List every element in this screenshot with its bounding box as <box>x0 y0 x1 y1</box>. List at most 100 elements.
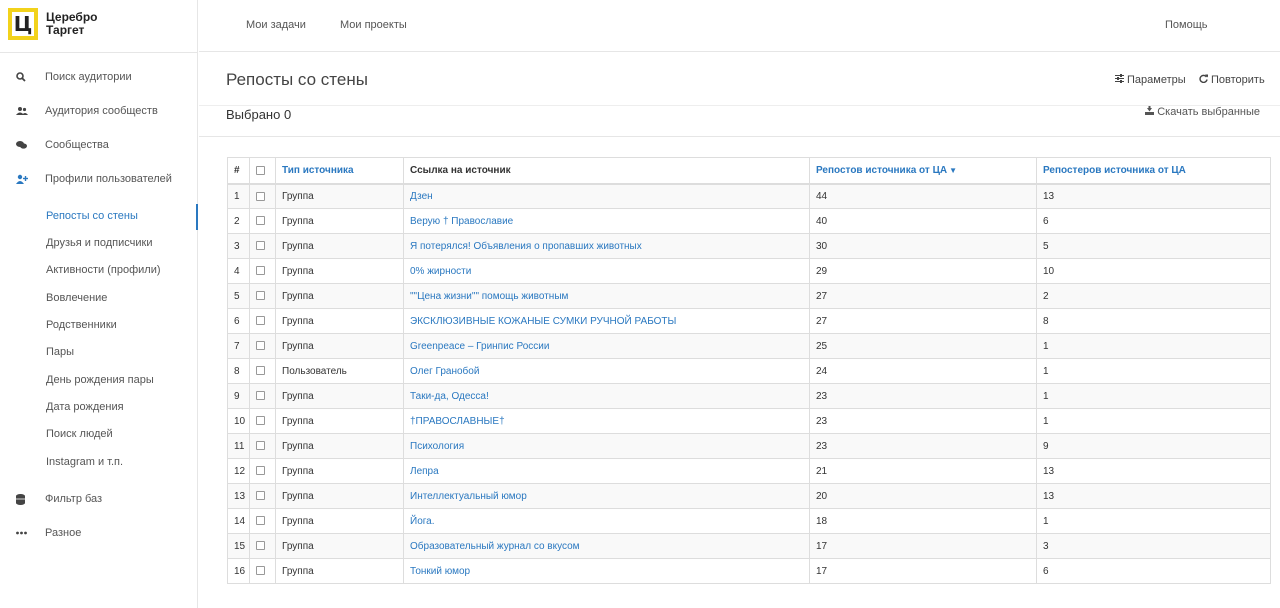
row-checkbox[interactable] <box>256 516 265 526</box>
row-checkbox[interactable] <box>256 441 265 451</box>
row-checkbox[interactable] <box>256 491 265 501</box>
source-link[interactable]: Йога. <box>403 508 810 534</box>
sidebar-subitem-birth-date[interactable]: Дата рождения <box>46 397 124 417</box>
table-row: 8 Пользователь Олег Гранобой 24 1 <box>227 358 1271 384</box>
row-checkbox[interactable] <box>256 416 265 426</box>
row-select[interactable] <box>249 183 276 209</box>
row-select[interactable] <box>249 358 276 384</box>
logo[interactable]: Ц Церебро Таргет <box>8 8 98 40</box>
sort-desc-icon: ▼ <box>949 165 958 175</box>
sidebar-subitem-activities[interactable]: Активности (профили) <box>46 260 161 280</box>
row-number: 2 <box>227 208 250 234</box>
row-select[interactable] <box>249 258 276 284</box>
row-checkbox[interactable] <box>256 316 265 326</box>
source-link[interactable]: Образовательный журнал со вкусом <box>403 533 810 559</box>
sidebar-item-misc[interactable]: Разное <box>0 516 198 550</box>
row-select[interactable] <box>249 433 276 459</box>
source-link[interactable]: Интеллектуальный юмор <box>403 483 810 509</box>
sidebar-item-community-audience[interactable]: Аудитория сообществ <box>0 94 198 128</box>
row-select[interactable] <box>249 533 276 559</box>
sidebar-subitem-wall-reposts[interactable]: Репосты со стены <box>46 206 138 226</box>
sidebar-item-label: Разное <box>45 527 82 539</box>
download-selected-button[interactable]: Скачать выбранные <box>1145 106 1260 118</box>
source-link[interactable]: Верую † Православие <box>403 208 810 234</box>
sidebar-subitem-partner-birthday[interactable]: День рождения пары <box>46 370 154 390</box>
row-select[interactable] <box>249 308 276 334</box>
sidebar-item-audience-search[interactable]: Поиск аудитории <box>0 60 198 94</box>
reposts-count: 24 <box>809 358 1037 384</box>
row-select[interactable] <box>249 408 276 434</box>
selected-count: Выбрано 0 <box>226 107 292 122</box>
source-link[interactable]: Психология <box>403 433 810 459</box>
col-header-source-link: Ссылка на источник <box>403 157 810 185</box>
row-checkbox[interactable] <box>256 191 265 201</box>
row-select[interactable] <box>249 483 276 509</box>
row-select[interactable] <box>249 233 276 259</box>
select-all-checkbox[interactable] <box>256 165 265 175</box>
col-header-reposters[interactable]: Репостеров источника от ЦА <box>1036 157 1271 185</box>
row-select[interactable] <box>249 558 276 584</box>
sidebar-subitem-relatives[interactable]: Родственники <box>46 315 117 335</box>
reposts-count: 17 <box>809 558 1037 584</box>
row-select[interactable] <box>249 283 276 309</box>
sidebar-subitem-friends[interactable]: Друзья и подписчики <box>46 233 153 253</box>
sidebar-subitem-instagram[interactable]: Instagram и т.п. <box>46 452 123 472</box>
source-link[interactable]: Таки-да, Одесса! <box>403 383 810 409</box>
row-number: 14 <box>227 508 250 534</box>
row-checkbox[interactable] <box>256 216 265 226</box>
table-row: 4 Группа 0% жирности 29 10 <box>227 258 1271 284</box>
col-header-reposts[interactable]: Репостов источника от ЦА ▼ <box>809 157 1037 185</box>
source-type: Группа <box>275 333 404 359</box>
page-title: Репосты со стены <box>226 70 368 89</box>
source-link[interactable]: Я потерялся! Объявления о пропавших живо… <box>403 233 810 259</box>
row-select[interactable] <box>249 333 276 359</box>
sidebar-item-user-profiles[interactable]: Профили пользователей <box>0 162 198 196</box>
row-number: 3 <box>227 233 250 259</box>
row-checkbox[interactable] <box>256 391 265 401</box>
row-number: 13 <box>227 483 250 509</box>
source-link[interactable]: Greenpeace – Гринпис России <box>403 333 810 359</box>
sidebar-item-communities[interactable]: Сообщества <box>0 128 198 162</box>
sidebar-subitem-couples[interactable]: Пары <box>46 342 74 362</box>
col-header-source-type[interactable]: Тип источника <box>275 157 404 185</box>
row-checkbox[interactable] <box>256 266 265 276</box>
row-select[interactable] <box>249 458 276 484</box>
reposts-count: 20 <box>809 483 1037 509</box>
source-link[interactable]: Тонкий юмор <box>403 558 810 584</box>
row-checkbox[interactable] <box>256 541 265 551</box>
row-select[interactable] <box>249 383 276 409</box>
table-row: 1 Группа Дзен 44 13 <box>227 183 1271 209</box>
source-link[interactable]: ЭКСКЛЮЗИВНЫЕ КОЖАНЫЕ СУМКИ РУЧНОЙ РАБОТЫ <box>403 308 810 334</box>
nav-my-tasks[interactable]: Мои задачи <box>246 19 306 31</box>
nav-help[interactable]: Помощь <box>1165 19 1208 31</box>
source-link[interactable]: Лепра <box>403 458 810 484</box>
row-checkbox[interactable] <box>256 466 265 476</box>
source-type: Группа <box>275 208 404 234</box>
row-checkbox[interactable] <box>256 291 265 301</box>
repeat-button[interactable]: Повторить <box>1199 74 1265 86</box>
col-header-select[interactable] <box>249 157 276 185</box>
sidebar-item-db-filter[interactable]: Фильтр баз <box>0 482 198 516</box>
source-link[interactable]: ""Цена жизни"" помощь животным <box>403 283 810 309</box>
row-select[interactable] <box>249 208 276 234</box>
logo-line-2: Таргет <box>46 23 85 37</box>
reposts-count: 30 <box>809 233 1037 259</box>
sidebar-item-label: Профили пользователей <box>45 173 172 185</box>
source-link[interactable]: Дзен <box>403 183 810 209</box>
row-checkbox[interactable] <box>256 341 265 351</box>
source-link[interactable]: Олег Гранобой <box>403 358 810 384</box>
table-row: 11 Группа Психология 23 9 <box>227 433 1271 459</box>
row-checkbox[interactable] <box>256 566 265 576</box>
sidebar-subitem-engagement[interactable]: Вовлечение <box>46 288 107 308</box>
nav-my-projects[interactable]: Мои проекты <box>340 19 407 31</box>
row-checkbox[interactable] <box>256 241 265 251</box>
parameters-button[interactable]: Параметры <box>1115 74 1186 86</box>
row-number: 11 <box>227 433 250 459</box>
table-row: 5 Группа ""Цена жизни"" помощь животным 27 2 <box>227 283 1271 309</box>
sidebar-subitem-people-search[interactable]: Поиск людей <box>46 424 113 444</box>
row-checkbox[interactable] <box>256 366 265 376</box>
row-select[interactable] <box>249 508 276 534</box>
source-link[interactable]: 0% жирности <box>403 258 810 284</box>
source-link[interactable]: †ПРАВОСЛАВНЫЕ† <box>403 408 810 434</box>
row-number: 15 <box>227 533 250 559</box>
